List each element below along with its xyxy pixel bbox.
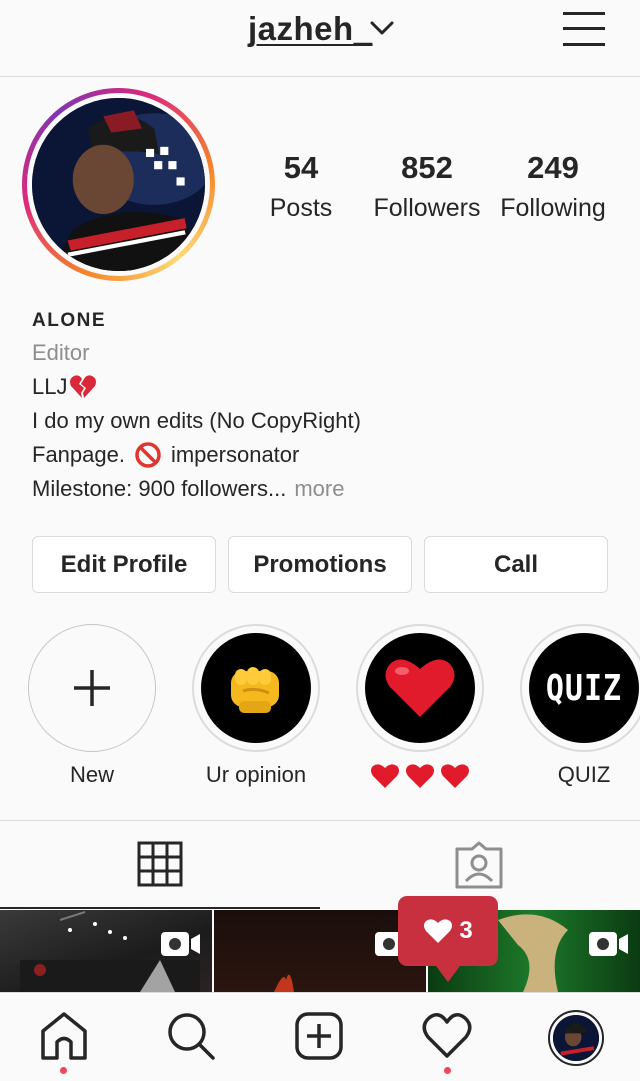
bio-line-3: Fanpage. impersonator xyxy=(32,442,622,468)
edit-profile-button[interactable]: Edit Profile xyxy=(32,536,216,593)
stat-posts[interactable]: 54 Posts xyxy=(257,150,345,223)
plus-icon xyxy=(74,670,110,706)
fist-emoji-icon xyxy=(231,667,279,713)
stat-following[interactable]: 249 Following xyxy=(495,150,611,223)
bio-text-2: I do my own edits (No CopyRight) xyxy=(32,408,361,433)
username-title[interactable]: jazheh_ xyxy=(248,10,373,48)
bio-text-5: Milestone: 900 followers... xyxy=(32,476,287,501)
highlight-quiz[interactable]: QUIZ QUIZ xyxy=(520,624,640,788)
bio-line-2: I do my own edits (No CopyRight) xyxy=(32,408,622,434)
likes-count: 3 xyxy=(459,917,473,944)
highlight-label: QUIZ xyxy=(557,762,611,787)
grid-icon xyxy=(137,841,183,887)
tab-grid[interactable] xyxy=(0,821,320,909)
home-activity-dot xyxy=(60,1067,67,1074)
heart-icon xyxy=(424,919,453,943)
profile-avatar[interactable] xyxy=(22,88,215,281)
home-icon[interactable] xyxy=(39,1011,89,1061)
followers-label: Followers xyxy=(373,194,481,222)
bio-line-4: Milestone: 900 followers... more xyxy=(32,476,622,502)
bio-text-4: impersonator xyxy=(170,442,300,467)
profile-name: ALONE xyxy=(32,310,106,331)
following-label: Following xyxy=(500,194,606,222)
top-bar: jazheh_ xyxy=(0,0,640,77)
bottom-nav xyxy=(0,992,640,1081)
activity-heart-icon[interactable] xyxy=(422,1011,472,1061)
likes-notification-bubble[interactable]: 3 xyxy=(398,896,498,982)
post-thumbnail[interactable] xyxy=(214,910,426,992)
profile-tab-avatar[interactable] xyxy=(548,1010,604,1066)
prohibited-emoji-icon xyxy=(135,442,161,468)
red-heart-emoji-icon xyxy=(385,659,455,717)
call-button[interactable]: Call xyxy=(424,536,608,593)
highlight-hearts[interactable] xyxy=(356,624,484,796)
avatar-photo xyxy=(32,98,205,271)
tagged-icon xyxy=(455,841,503,889)
new-post-icon[interactable] xyxy=(294,1011,344,1061)
following-count: 249 xyxy=(527,150,579,185)
chevron-down-icon[interactable] xyxy=(369,18,395,38)
bio-text-1: LLJ xyxy=(32,374,68,399)
posts-count: 54 xyxy=(283,150,319,185)
followers-count: 852 xyxy=(401,150,453,185)
video-icon xyxy=(589,932,628,956)
highlight-label: Ur opinion xyxy=(205,762,307,787)
promotions-button[interactable]: Promotions xyxy=(228,536,412,593)
posts-label: Posts xyxy=(269,194,333,222)
activity-dot xyxy=(444,1067,451,1074)
menu-icon[interactable] xyxy=(562,10,606,48)
search-icon[interactable] xyxy=(166,1011,216,1061)
more-link[interactable]: more xyxy=(294,476,344,502)
highlight-ur-opinion[interactable]: Ur opinion xyxy=(192,624,320,788)
bio: ALONE Editor LLJ I do my own edits (No C… xyxy=(32,310,622,502)
three-hearts-emoji-icon xyxy=(371,764,469,788)
quiz-cover: QUIZ xyxy=(529,633,639,743)
stat-followers[interactable]: 852 Followers xyxy=(369,150,485,223)
video-icon xyxy=(161,932,200,956)
bio-line-1: LLJ xyxy=(32,374,622,400)
quiz-cover-text: QUIZ xyxy=(545,667,623,709)
highlight-new[interactable]: New xyxy=(28,624,156,788)
post-thumbnail[interactable] xyxy=(0,910,212,992)
profile-category: Editor xyxy=(32,340,90,365)
bio-text-3: Fanpage. xyxy=(32,442,125,467)
highlight-label-hearts xyxy=(356,762,484,796)
post-grid xyxy=(0,910,640,992)
highlight-label: New xyxy=(69,762,114,787)
broken-heart-emoji-icon xyxy=(70,375,97,398)
